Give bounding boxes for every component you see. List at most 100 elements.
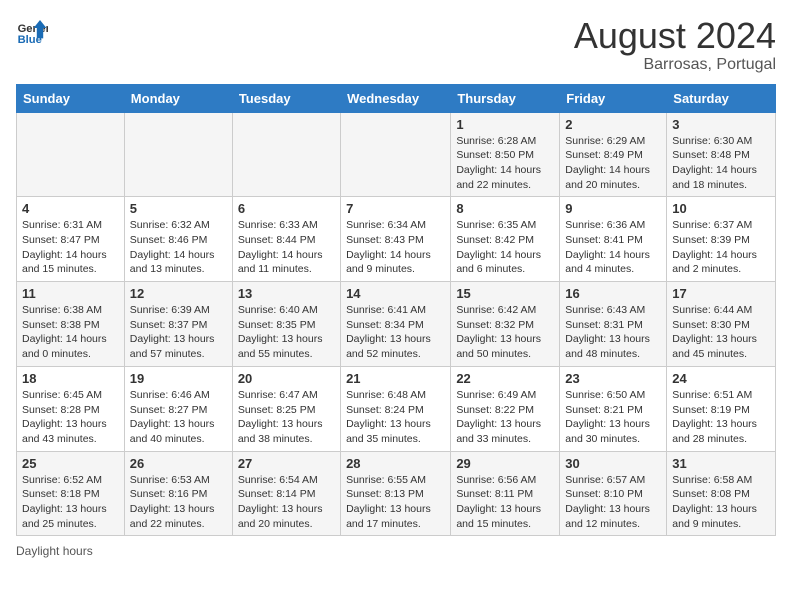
day-info: Sunrise: 6:40 AM Sunset: 8:35 PM Dayligh… xyxy=(238,303,335,362)
day-info: Sunrise: 6:45 AM Sunset: 8:28 PM Dayligh… xyxy=(22,388,119,447)
day-number: 15 xyxy=(456,286,554,301)
calendar-cell: 9 Sunrise: 6:36 AM Sunset: 8:41 PM Daylig… xyxy=(560,197,667,282)
calendar-title: August 2024 xyxy=(574,16,776,56)
calendar-cell: 13 Sunrise: 6:40 AM Sunset: 8:35 PM Dayli… xyxy=(232,282,340,367)
day-info: Sunrise: 6:39 AM Sunset: 8:37 PM Dayligh… xyxy=(130,303,227,362)
calendar-cell: 22 Sunrise: 6:49 AM Sunset: 8:22 PM Dayli… xyxy=(451,366,560,451)
day-number: 5 xyxy=(130,201,227,216)
title-block: August 2024 Barrosas, Portugal xyxy=(574,16,776,74)
day-of-week-header: Tuesday xyxy=(232,84,340,112)
day-number: 11 xyxy=(22,286,119,301)
calendar-week-row: 25 Sunrise: 6:52 AM Sunset: 8:18 PM Dayli… xyxy=(17,451,776,536)
day-number: 10 xyxy=(672,201,770,216)
day-number: 26 xyxy=(130,456,227,471)
day-number: 9 xyxy=(565,201,661,216)
calendar-cell: 28 Sunrise: 6:55 AM Sunset: 8:13 PM Dayli… xyxy=(341,451,451,536)
day-of-week-header: Thursday xyxy=(451,84,560,112)
calendar-cell: 3 Sunrise: 6:30 AM Sunset: 8:48 PM Daylig… xyxy=(667,112,776,197)
day-info: Sunrise: 6:58 AM Sunset: 8:08 PM Dayligh… xyxy=(672,473,770,532)
calendar-cell: 23Sunrise: 6:50 AM Sunset: 8:21 PM Dayli… xyxy=(560,366,667,451)
calendar-cell: 6 Sunrise: 6:33 AM Sunset: 8:44 PM Daylig… xyxy=(232,197,340,282)
day-number: 25 xyxy=(22,456,119,471)
day-number: 28 xyxy=(346,456,445,471)
day-number: 20 xyxy=(238,371,335,386)
day-number: 14 xyxy=(346,286,445,301)
day-info: Sunrise: 6:49 AM Sunset: 8:22 PM Dayligh… xyxy=(456,388,554,447)
day-info: Sunrise: 6:38 AM Sunset: 8:38 PM Dayligh… xyxy=(22,303,119,362)
calendar-cell: 14 Sunrise: 6:41 AM Sunset: 8:34 PM Dayli… xyxy=(341,282,451,367)
calendar-cell: 26 Sunrise: 6:53 AM Sunset: 8:16 PM Dayli… xyxy=(124,451,232,536)
day-number: 17 xyxy=(672,286,770,301)
calendar-cell: 19 Sunrise: 6:46 AM Sunset: 8:27 PM Dayli… xyxy=(124,366,232,451)
daylight-label: Daylight hours xyxy=(16,544,93,558)
day-info: Sunrise: 6:54 AM Sunset: 8:14 PM Dayligh… xyxy=(238,473,335,532)
footer: Daylight hours xyxy=(16,544,776,558)
day-number: 30 xyxy=(565,456,661,471)
day-number: 1 xyxy=(456,117,554,132)
day-info: Sunrise: 6:30 AM Sunset: 8:48 PM Dayligh… xyxy=(672,134,770,193)
calendar-cell: 25 Sunrise: 6:52 AM Sunset: 8:18 PM Dayli… xyxy=(17,451,125,536)
calendar-cell: 27Sunrise: 6:54 AM Sunset: 8:14 PM Dayli… xyxy=(232,451,340,536)
day-info: Sunrise: 6:56 AM Sunset: 8:11 PM Dayligh… xyxy=(456,473,554,532)
calendar-cell: 4Sunrise: 6:31 AM Sunset: 8:47 PM Daylig… xyxy=(17,197,125,282)
calendar-cell: 30Sunrise: 6:57 AM Sunset: 8:10 PM Dayli… xyxy=(560,451,667,536)
day-number: 8 xyxy=(456,201,554,216)
day-number: 21 xyxy=(346,371,445,386)
calendar-cell: 31 Sunrise: 6:58 AM Sunset: 8:08 PM Dayli… xyxy=(667,451,776,536)
logo: General Blue xyxy=(16,16,48,48)
day-info: Sunrise: 6:41 AM Sunset: 8:34 PM Dayligh… xyxy=(346,303,445,362)
day-number: 16 xyxy=(565,286,661,301)
day-number: 13 xyxy=(238,286,335,301)
day-info: Sunrise: 6:29 AM Sunset: 8:49 PM Dayligh… xyxy=(565,134,661,193)
day-number: 4 xyxy=(22,201,119,216)
day-of-week-header: Friday xyxy=(560,84,667,112)
day-number: 22 xyxy=(456,371,554,386)
day-info: Sunrise: 6:37 AM Sunset: 8:39 PM Dayligh… xyxy=(672,218,770,277)
day-info: Sunrise: 6:42 AM Sunset: 8:32 PM Dayligh… xyxy=(456,303,554,362)
day-of-week-header: Saturday xyxy=(667,84,776,112)
calendar-cell xyxy=(232,112,340,197)
calendar-cell: 16 Sunrise: 6:43 AM Sunset: 8:31 PM Dayli… xyxy=(560,282,667,367)
day-info: Sunrise: 6:43 AM Sunset: 8:31 PM Dayligh… xyxy=(565,303,661,362)
day-info: Sunrise: 6:36 AM Sunset: 8:41 PM Dayligh… xyxy=(565,218,661,277)
calendar-cell: 18Sunrise: 6:45 AM Sunset: 8:28 PM Dayli… xyxy=(17,366,125,451)
calendar-cell xyxy=(124,112,232,197)
calendar-cell xyxy=(17,112,125,197)
day-number: 24 xyxy=(672,371,770,386)
day-info: Sunrise: 6:55 AM Sunset: 8:13 PM Dayligh… xyxy=(346,473,445,532)
calendar-week-row: 1 Sunrise: 6:28 AM Sunset: 8:50 PM Daylig… xyxy=(17,112,776,197)
calendar-week-row: 18Sunrise: 6:45 AM Sunset: 8:28 PM Dayli… xyxy=(17,366,776,451)
calendar-cell: 12Sunrise: 6:39 AM Sunset: 8:37 PM Dayli… xyxy=(124,282,232,367)
calendar-cell: 17 Sunrise: 6:44 AM Sunset: 8:30 PM Dayli… xyxy=(667,282,776,367)
day-number: 2 xyxy=(565,117,661,132)
day-number: 3 xyxy=(672,117,770,132)
day-info: Sunrise: 6:52 AM Sunset: 8:18 PM Dayligh… xyxy=(22,473,119,532)
logo-icon: General Blue xyxy=(16,16,48,48)
calendar-cell: 10 Sunrise: 6:37 AM Sunset: 8:39 PM Dayli… xyxy=(667,197,776,282)
day-info: Sunrise: 6:46 AM Sunset: 8:27 PM Dayligh… xyxy=(130,388,227,447)
calendar-week-row: 4Sunrise: 6:31 AM Sunset: 8:47 PM Daylig… xyxy=(17,197,776,282)
day-number: 31 xyxy=(672,456,770,471)
day-info: Sunrise: 6:44 AM Sunset: 8:30 PM Dayligh… xyxy=(672,303,770,362)
day-number: 7 xyxy=(346,201,445,216)
day-info: Sunrise: 6:48 AM Sunset: 8:24 PM Dayligh… xyxy=(346,388,445,447)
calendar-cell xyxy=(341,112,451,197)
day-info: Sunrise: 6:35 AM Sunset: 8:42 PM Dayligh… xyxy=(456,218,554,277)
day-info: Sunrise: 6:47 AM Sunset: 8:25 PM Dayligh… xyxy=(238,388,335,447)
calendar-cell: 1 Sunrise: 6:28 AM Sunset: 8:50 PM Daylig… xyxy=(451,112,560,197)
calendar-cell: 11 Sunrise: 6:38 AM Sunset: 8:38 PM Dayli… xyxy=(17,282,125,367)
day-number: 23 xyxy=(565,371,661,386)
calendar-header: SundayMondayTuesdayWednesdayThursdayFrid… xyxy=(17,84,776,112)
day-info: Sunrise: 6:28 AM Sunset: 8:50 PM Dayligh… xyxy=(456,134,554,193)
day-number: 29 xyxy=(456,456,554,471)
day-number: 19 xyxy=(130,371,227,386)
calendar-table: SundayMondayTuesdayWednesdayThursdayFrid… xyxy=(16,84,776,537)
day-of-week-header: Wednesday xyxy=(341,84,451,112)
day-info: Sunrise: 6:32 AM Sunset: 8:46 PM Dayligh… xyxy=(130,218,227,277)
day-info: Sunrise: 6:33 AM Sunset: 8:44 PM Dayligh… xyxy=(238,218,335,277)
day-info: Sunrise: 6:53 AM Sunset: 8:16 PM Dayligh… xyxy=(130,473,227,532)
day-number: 6 xyxy=(238,201,335,216)
calendar-week-row: 11 Sunrise: 6:38 AM Sunset: 8:38 PM Dayli… xyxy=(17,282,776,367)
page-header: General Blue August 2024 Barrosas, Portu… xyxy=(16,16,776,74)
calendar-cell: 5 Sunrise: 6:32 AM Sunset: 8:46 PM Daylig… xyxy=(124,197,232,282)
